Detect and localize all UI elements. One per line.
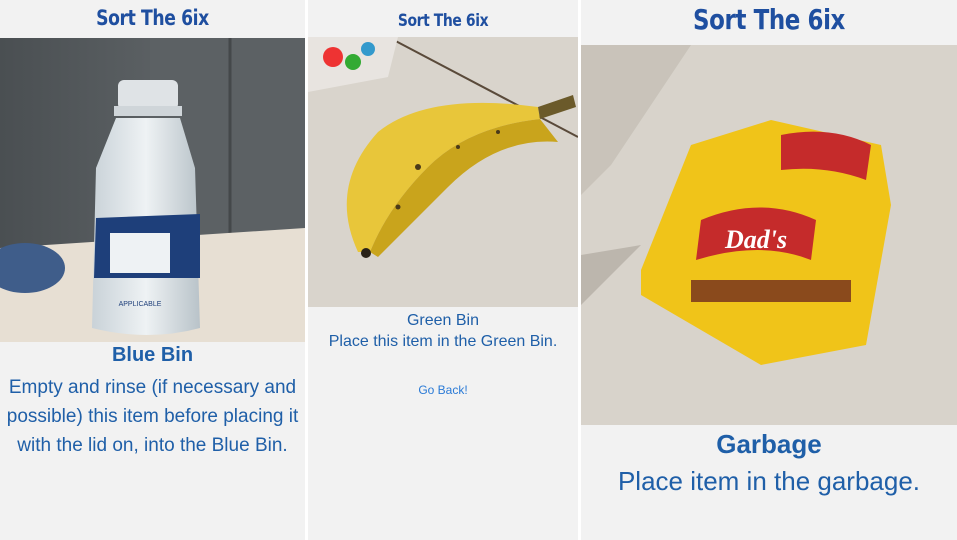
item-photo-banana: [308, 37, 578, 307]
screen-garbage: Sort The 6ix Dad's Garbage Place item in…: [581, 0, 957, 540]
bin-instructions: Place item in the garbage.: [617, 466, 921, 496]
app-title: Sort The 6ix: [397, 11, 489, 31]
bin-name: Blue Bin: [111, 344, 194, 366]
banana-peel-image: [308, 37, 578, 307]
app-title: Sort The 6ix: [96, 6, 209, 30]
app-title: Sort The 6ix: [693, 3, 845, 36]
go-back-button[interactable]: Go Back!: [308, 383, 578, 397]
bin-name: Green Bin: [406, 312, 480, 329]
water-bottle-image: APPLICABLE: [0, 38, 305, 342]
bottle-label-text: APPLICABLE: [119, 301, 162, 308]
screen-green-bin: Sort The 6ix Green Bin Place this item i…: [308, 0, 578, 540]
item-photo-bottle: APPLICABLE: [0, 38, 305, 342]
brand-text: Dad's: [724, 225, 787, 254]
item-photo-wrapper: Dad's: [581, 45, 957, 425]
bin-instructions: Empty and rinse (if necessary and possib…: [6, 377, 299, 456]
screen-blue-bin: Sort The 6ix APPLICABLE Blue Bin Empty a…: [0, 0, 305, 540]
bin-instructions: Place this item in the Green Bin.: [328, 333, 558, 350]
bin-name: Garbage: [716, 429, 822, 459]
cookie-wrapper-image: Dad's: [581, 45, 957, 425]
